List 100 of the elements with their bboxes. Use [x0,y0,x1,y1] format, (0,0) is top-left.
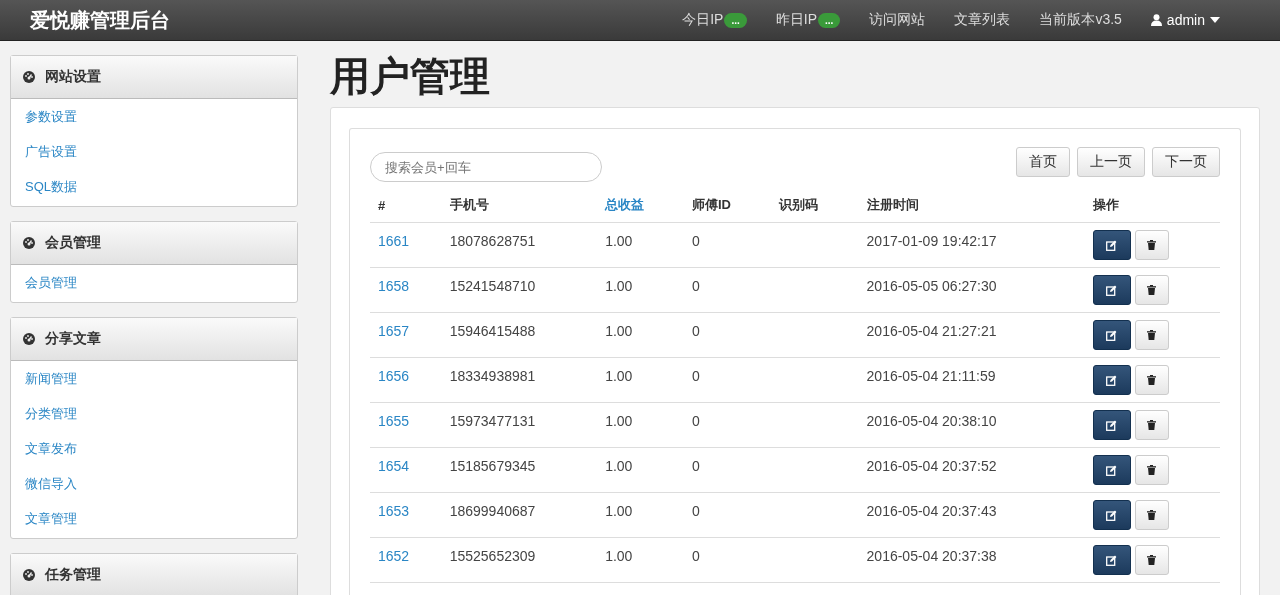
sidebar-link[interactable]: 文章管理 [11,501,297,536]
page-title: 用户管理 [330,53,491,99]
nav-link[interactable]: 访问网站 [869,11,926,29]
sidebar-heading[interactable]: 网站设置 [11,56,297,99]
table-cell: 15241548710 [441,267,598,313]
dashboard-icon [23,569,35,581]
edit-button[interactable] [1092,455,1131,485]
table-cell: 1.00 [597,402,684,448]
sidebar-link[interactable]: 文章发布 [11,431,297,466]
pager-button[interactable]: 首页 [1016,147,1070,177]
table-cell: 0 [683,357,771,403]
table-cell: 2016-05-04 20:37:52 [858,447,1085,493]
edit-button[interactable] [1092,545,1131,575]
sidebar-link[interactable]: 参数设置 [11,99,297,134]
trash-icon [1147,555,1157,565]
column-header[interactable]: 总收益 [597,188,684,223]
id-link[interactable]: 1653 [370,492,442,538]
sidebar-heading[interactable]: 分享文章 [11,318,297,361]
edit-button[interactable] [1092,230,1131,260]
table-cell: 2016-05-04 21:11:59 [858,357,1085,403]
search-field[interactable]: 搜索会员+回车 [370,152,602,182]
trash-icon [1147,330,1157,340]
delete-button[interactable] [1134,410,1169,440]
sidebar-link[interactable]: 分类管理 [11,396,297,431]
table-cell: 2016-05-04 21:27:21 [858,312,1085,358]
edit-button[interactable] [1092,410,1131,440]
sidebar-link[interactable]: 广告设置 [11,134,297,169]
trash-icon [1147,375,1157,385]
sidebar-link[interactable]: SQL数据 [11,169,297,204]
nav-label: 昨日IP [775,11,818,29]
sidebar-link[interactable]: 会员管理 [11,265,297,300]
sidebar-heading[interactable]: 会员管理 [11,222,297,265]
pager-button[interactable]: 上一页 [1077,147,1145,177]
edit-icon [1106,284,1118,296]
trash-icon [1147,510,1157,520]
table-cell: 0 [683,267,771,313]
edit-icon [1106,374,1118,386]
pager-button[interactable]: 下一页 [1152,147,1220,177]
nav-link[interactable]: 文章列表 [954,11,1011,29]
edit-button[interactable] [1092,320,1131,350]
table-cell: 15525652309 [441,537,598,583]
edit-icon [1106,419,1118,431]
id-link[interactable]: 1658 [370,267,442,313]
table-cell: 15946415488 [441,312,598,358]
sidebar-link[interactable]: 新闻管理 [11,361,297,396]
dashboard-icon [23,333,35,345]
delete-button[interactable] [1134,455,1169,485]
delete-button[interactable] [1134,230,1169,260]
count-badge: ... [818,12,841,28]
sidebar-link[interactable]: 微信导入 [11,466,297,501]
nav-link[interactable]: 当前版本v3.5 [1039,11,1122,29]
nav-label: 今日IP [682,11,724,29]
edit-button[interactable] [1092,365,1131,395]
id-link[interactable]: 1657 [370,312,442,358]
trash-icon [1147,465,1157,475]
table-cell: 0 [683,537,771,583]
column-header: 识别码 [770,188,859,223]
table-cell: 0 [683,222,771,268]
table-cell: 0 [683,312,771,358]
edit-button[interactable] [1092,275,1131,305]
id-link[interactable]: 1661 [370,222,442,268]
delete-button[interactable] [1134,545,1169,575]
table-cell: 2016-05-04 20:38:10 [858,402,1085,448]
table-cell: 2017-01-09 19:42:17 [858,222,1085,268]
id-link[interactable]: 1656 [370,357,442,403]
table-cell: 1.00 [597,267,684,313]
edit-icon [1106,509,1118,521]
column-header: 注册时间 [858,188,1085,223]
column-header: 师傅ID [683,188,771,223]
edit-icon [1106,554,1118,566]
table-cell: 0 [683,447,771,493]
id-link[interactable]: 1654 [370,447,442,493]
id-link[interactable]: 1655 [370,402,442,448]
delete-button[interactable] [1134,275,1169,305]
sidebar-heading[interactable]: 任务管理 [11,554,297,595]
table-cell: 1.00 [597,357,684,403]
edit-icon [1106,239,1118,251]
delete-button[interactable] [1134,365,1169,395]
column-header: 手机号 [441,188,598,223]
dashboard-icon [23,237,35,249]
edit-icon [1106,329,1118,341]
table-cell: 1.00 [597,222,684,268]
trash-icon [1147,285,1157,295]
table-cell: 15973477131 [441,402,598,448]
trash-icon [1147,240,1157,250]
app-title: 爱悦赚管理后台 [30,6,170,34]
delete-button[interactable] [1134,320,1169,350]
id-link[interactable]: 1652 [370,537,442,583]
table-cell: 18334938981 [441,357,598,403]
table-cell: 2016-05-04 20:37:38 [858,537,1085,583]
edit-button[interactable] [1092,500,1131,530]
count-badge: ... [724,12,747,28]
table-cell: 0 [683,492,771,538]
user-menu[interactable]: admin [1150,12,1220,28]
table-cell: 1.00 [597,492,684,538]
table-cell: 1.00 [597,312,684,358]
table-cell: 18699940687 [441,492,598,538]
user-icon [1150,14,1162,26]
table-cell: 2016-05-04 20:37:43 [858,492,1085,538]
delete-button[interactable] [1134,500,1169,530]
